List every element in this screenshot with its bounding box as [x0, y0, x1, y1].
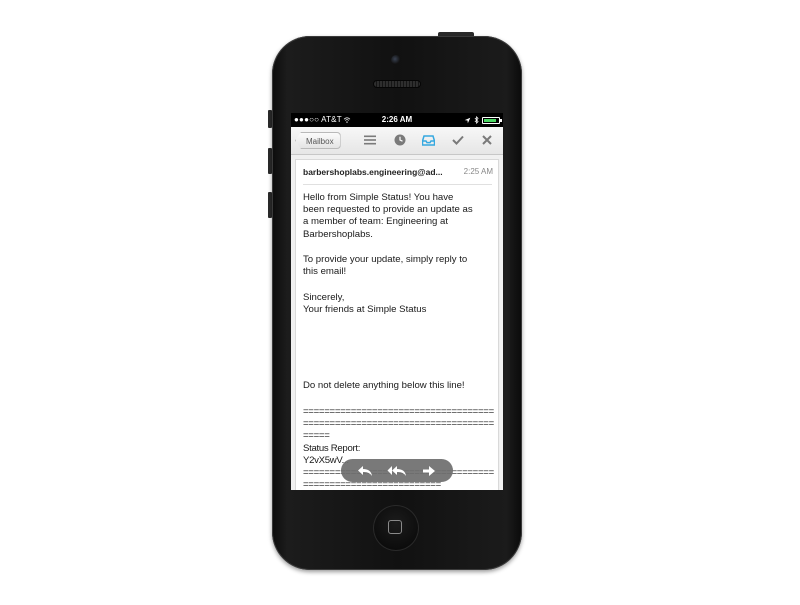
status-report-label: Status Report:: [303, 442, 361, 454]
signoff-line-1: Sincerely,: [303, 292, 345, 303]
email-paragraph-2: To provide your update, simply reply to …: [303, 254, 468, 278]
reply-all-button[interactable]: [386, 462, 408, 480]
battery-icon: [482, 116, 502, 124]
status-bar: ●●●○○ AT&T 2:26 AM: [291, 113, 503, 127]
email-toolbar: Mailbox: [291, 127, 503, 155]
earpiece-speaker: [373, 80, 421, 88]
forward-icon: [423, 465, 435, 476]
checkmark-icon[interactable]: [451, 133, 465, 147]
sender-address[interactable]: barbershoplabs.engineering@ad...: [303, 167, 453, 177]
mailbox-back-button[interactable]: Mailbox: [295, 132, 341, 149]
status-right-group: [464, 113, 502, 127]
signoff-line-2: Your friends at Simple Status: [303, 304, 427, 316]
inbox-tray-icon[interactable]: [421, 133, 435, 147]
clock-icon[interactable]: [393, 133, 407, 147]
email-message: barbershoplabs.engineering@ad... 2:25 AM…: [295, 159, 499, 490]
email-paragraph-1: Hello from Simple Status! You have been …: [303, 192, 473, 240]
bluetooth-icon: [474, 116, 479, 124]
home-button[interactable]: [373, 505, 419, 551]
stage: ●●●○○ AT&T 2:26 AM Mailbox barbershoplab…: [0, 0, 800, 605]
reply-button[interactable]: [354, 462, 376, 480]
reply-all-icon: [387, 465, 406, 476]
separator-block: ========================================…: [303, 406, 494, 442]
list-icon[interactable]: [363, 133, 377, 147]
wifi-icon: [343, 117, 351, 123]
header-divider: [303, 184, 492, 185]
sent-time: 2:25 AM: [463, 167, 493, 176]
close-icon[interactable]: [480, 133, 494, 147]
reply-icon: [358, 465, 372, 476]
delete-notice: Do not delete anything below this line!: [303, 380, 465, 391]
battery-fill: [484, 118, 496, 122]
reply-action-pill: [341, 459, 453, 482]
forward-button[interactable]: [418, 462, 440, 480]
home-square-icon: [388, 520, 402, 534]
screen: ●●●○○ AT&T 2:26 AM Mailbox barbershoplab…: [291, 113, 503, 490]
location-icon: [464, 117, 471, 123]
front-camera: [391, 55, 401, 65]
email-signoff: Sincerely, Your friends at Simple Status: [303, 292, 495, 316]
